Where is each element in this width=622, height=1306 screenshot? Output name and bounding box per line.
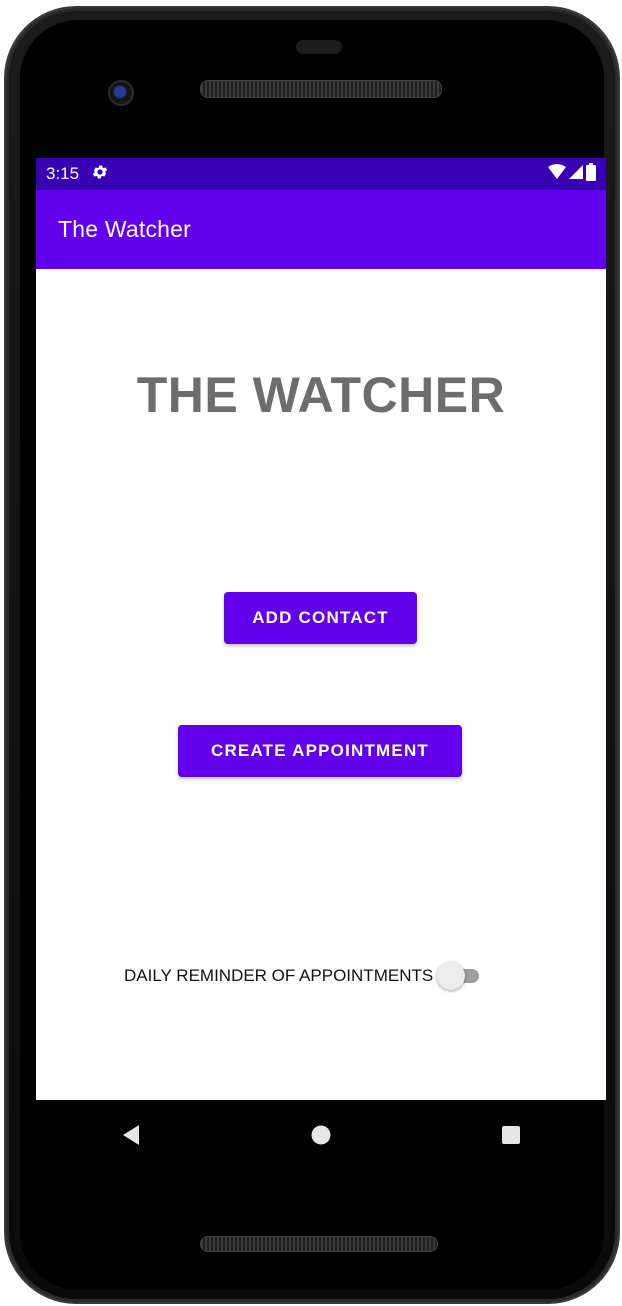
settings-gear-icon [91, 163, 109, 186]
back-icon [123, 1125, 139, 1145]
navigation-bar [36, 1100, 606, 1170]
daily-reminder-row: DAILY REMINDER OF APPOINTMENTS [124, 962, 481, 990]
status-bar: 3:15 [36, 158, 606, 190]
phone-screen: 3:15 The Watcher THE WATCHER ADD CONTACT… [36, 158, 606, 1100]
app-bar: The Watcher [36, 190, 606, 269]
wifi-icon [548, 163, 566, 185]
bottom-speaker-grille [200, 1236, 438, 1252]
cell-signal-icon [569, 164, 583, 185]
home-button[interactable] [291, 1105, 351, 1165]
switch-thumb [437, 962, 466, 990]
front-camera [108, 80, 134, 106]
app-bar-title: The Watcher [58, 216, 192, 242]
recents-button[interactable] [481, 1105, 541, 1165]
create-appointment-button[interactable]: CREATE APPOINTMENT [178, 725, 462, 777]
recents-icon [502, 1126, 520, 1144]
earpiece-notch [296, 40, 342, 54]
home-icon [311, 1125, 331, 1145]
back-button[interactable] [101, 1105, 161, 1165]
add-contact-button[interactable]: ADD CONTACT [224, 592, 417, 644]
page-title: THE WATCHER [136, 367, 506, 423]
battery-icon [586, 162, 596, 186]
top-speaker-grille [200, 80, 442, 98]
status-time: 3:15 [46, 164, 80, 183]
daily-reminder-switch[interactable] [437, 962, 481, 990]
daily-reminder-label: DAILY REMINDER OF APPOINTMENTS [124, 966, 434, 985]
